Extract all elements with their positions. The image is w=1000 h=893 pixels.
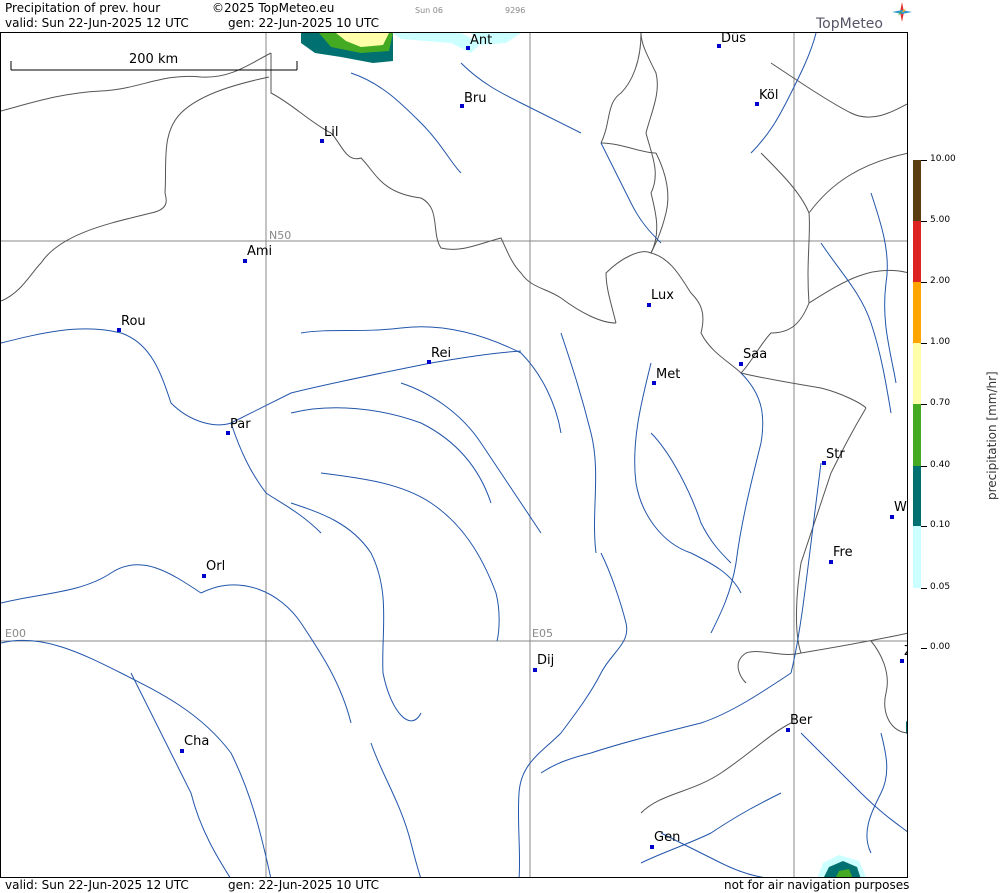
legend-level: 0.05 [930,582,951,592]
legend-level: 0.40 [930,460,951,470]
city-label: Dij [537,653,555,668]
topmeteo-logo[interactable]: TopMeteo [816,2,912,32]
legend-swatch [913,404,921,466]
grid-label-e00: E00 [5,627,26,640]
legend-tick [921,282,927,283]
city-marker[interactable] [739,362,743,366]
valid-time: valid: Sun 22-Jun-2025 12 UTC [5,16,189,30]
scale-bar-label: 200 km [129,52,179,67]
legend-level: 10.00 [930,154,956,164]
city-label: W [894,500,907,515]
map-canvas [1,33,907,877]
city-label: Bru [464,91,487,106]
legend-swatch [913,160,921,221]
legend-level: 1.00 [930,337,951,347]
logo-text: TopMeteo [816,16,883,32]
map-title: Precipitation of prev. hour [5,1,161,15]
city-label: Orl [206,559,226,574]
city-marker[interactable] [890,515,894,519]
city-label: Cha [184,734,210,749]
grid-label-n50: N50 [269,229,292,242]
precip-patch-south [817,721,907,877]
rivers [1,33,907,877]
city-label: Köl [759,88,779,103]
city-label: Lil [324,125,339,140]
city-marker[interactable] [650,845,654,849]
city-label: Str [826,447,845,462]
city-label: Z [904,645,907,659]
city-label: Ber [790,713,813,728]
grid-lines [1,33,907,877]
legend-tick [921,404,927,405]
footer-generated-time: gen: 22-Jun-2025 10 UTC [228,878,380,892]
legend-tick [921,588,927,589]
legend-tick [921,221,927,222]
city-marker[interactable] [829,560,833,564]
footer-valid-time: valid: Sun 22-Jun-2025 12 UTC [5,878,189,892]
grid-label-e05: E05 [532,627,553,640]
city-label: Rou [121,314,146,329]
city-marker[interactable] [900,659,904,663]
city-label: Düs [721,32,747,46]
precipitation-map[interactable]: 200 km N50 E00 E05 Ant Düs Bru Köl Lil A… [0,32,908,878]
city-marker[interactable] [180,749,184,753]
city-marker[interactable] [243,259,247,263]
legend-level: 5.00 [930,215,951,225]
city-label: Fre [833,545,853,560]
legend-level: 0.00 [930,642,951,652]
city-label: Ant [470,33,493,48]
legend-level: 0.10 [930,520,951,530]
city-label: Met [656,367,681,382]
copyright: ©2025 TopMeteo.eu [212,1,335,15]
legend-swatch [913,282,921,343]
city-label: Saa [743,347,768,362]
legend-tick [921,343,927,344]
footer-disclaimer: not for air navigation purposes [724,878,910,892]
legend-level: 0.70 [930,398,951,408]
run-code: 9296 [505,6,526,15]
legend-level: 2.00 [930,276,951,286]
legend-swatch [913,466,921,526]
city-marker[interactable] [647,303,651,307]
city-label: Par [230,417,251,432]
city-label: Gen [654,830,681,845]
city-label: Rei [431,346,452,361]
legend-tick [921,466,927,467]
legend-swatch [913,221,921,282]
city-label: Lux [651,288,674,303]
legend-tick [921,526,927,527]
footer: valid: Sun 22-Jun-2025 12 UTC gen: 22-Ju… [0,878,910,893]
city-label: Ami [247,244,273,259]
city-marker[interactable] [533,668,537,672]
compass-icon [892,2,912,22]
legend-swatch [913,526,921,588]
legend-swatch [913,343,921,404]
legend-title: precipitation [mm/hr] [985,371,999,500]
city-marker[interactable] [202,574,206,578]
generated-time: gen: 22-Jun-2025 10 UTC [228,16,380,30]
legend-tick [921,648,927,649]
run-label: Sun 06 [415,6,443,15]
borders [1,33,907,814]
city-marker[interactable] [786,728,790,732]
legend-tick [921,160,927,161]
